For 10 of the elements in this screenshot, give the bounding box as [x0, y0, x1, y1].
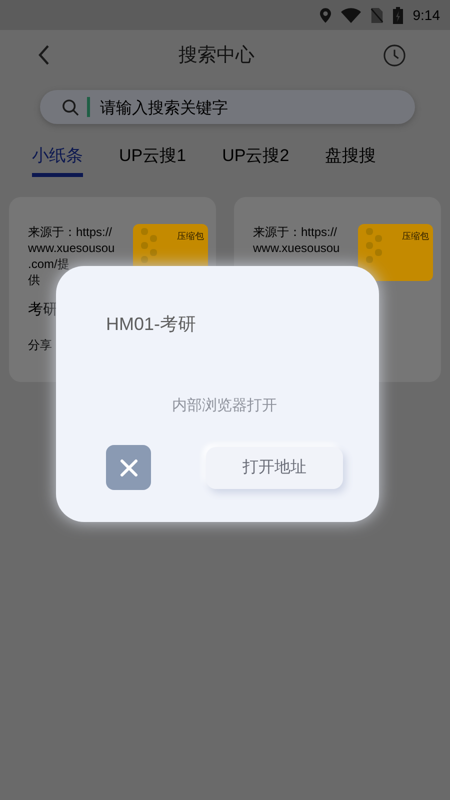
- card-meta: 分享: [28, 337, 53, 354]
- dialog-title: HM01-考研: [106, 313, 198, 336]
- dialog-message: 内部浏览器打开: [171, 396, 278, 415]
- source-text: 来源于：https:// www.xuesousou .com/提 供: [28, 224, 115, 288]
- source-text: 来源于：https:// www.xuesousou: [253, 224, 340, 257]
- page-title: 搜索中心: [178, 43, 254, 68]
- file-type-label: 压缩包: [177, 230, 204, 244]
- clock-time: 9:14: [412, 7, 440, 23]
- file-type-label: 压缩包: [402, 230, 429, 244]
- card-title: 考研: [28, 300, 59, 319]
